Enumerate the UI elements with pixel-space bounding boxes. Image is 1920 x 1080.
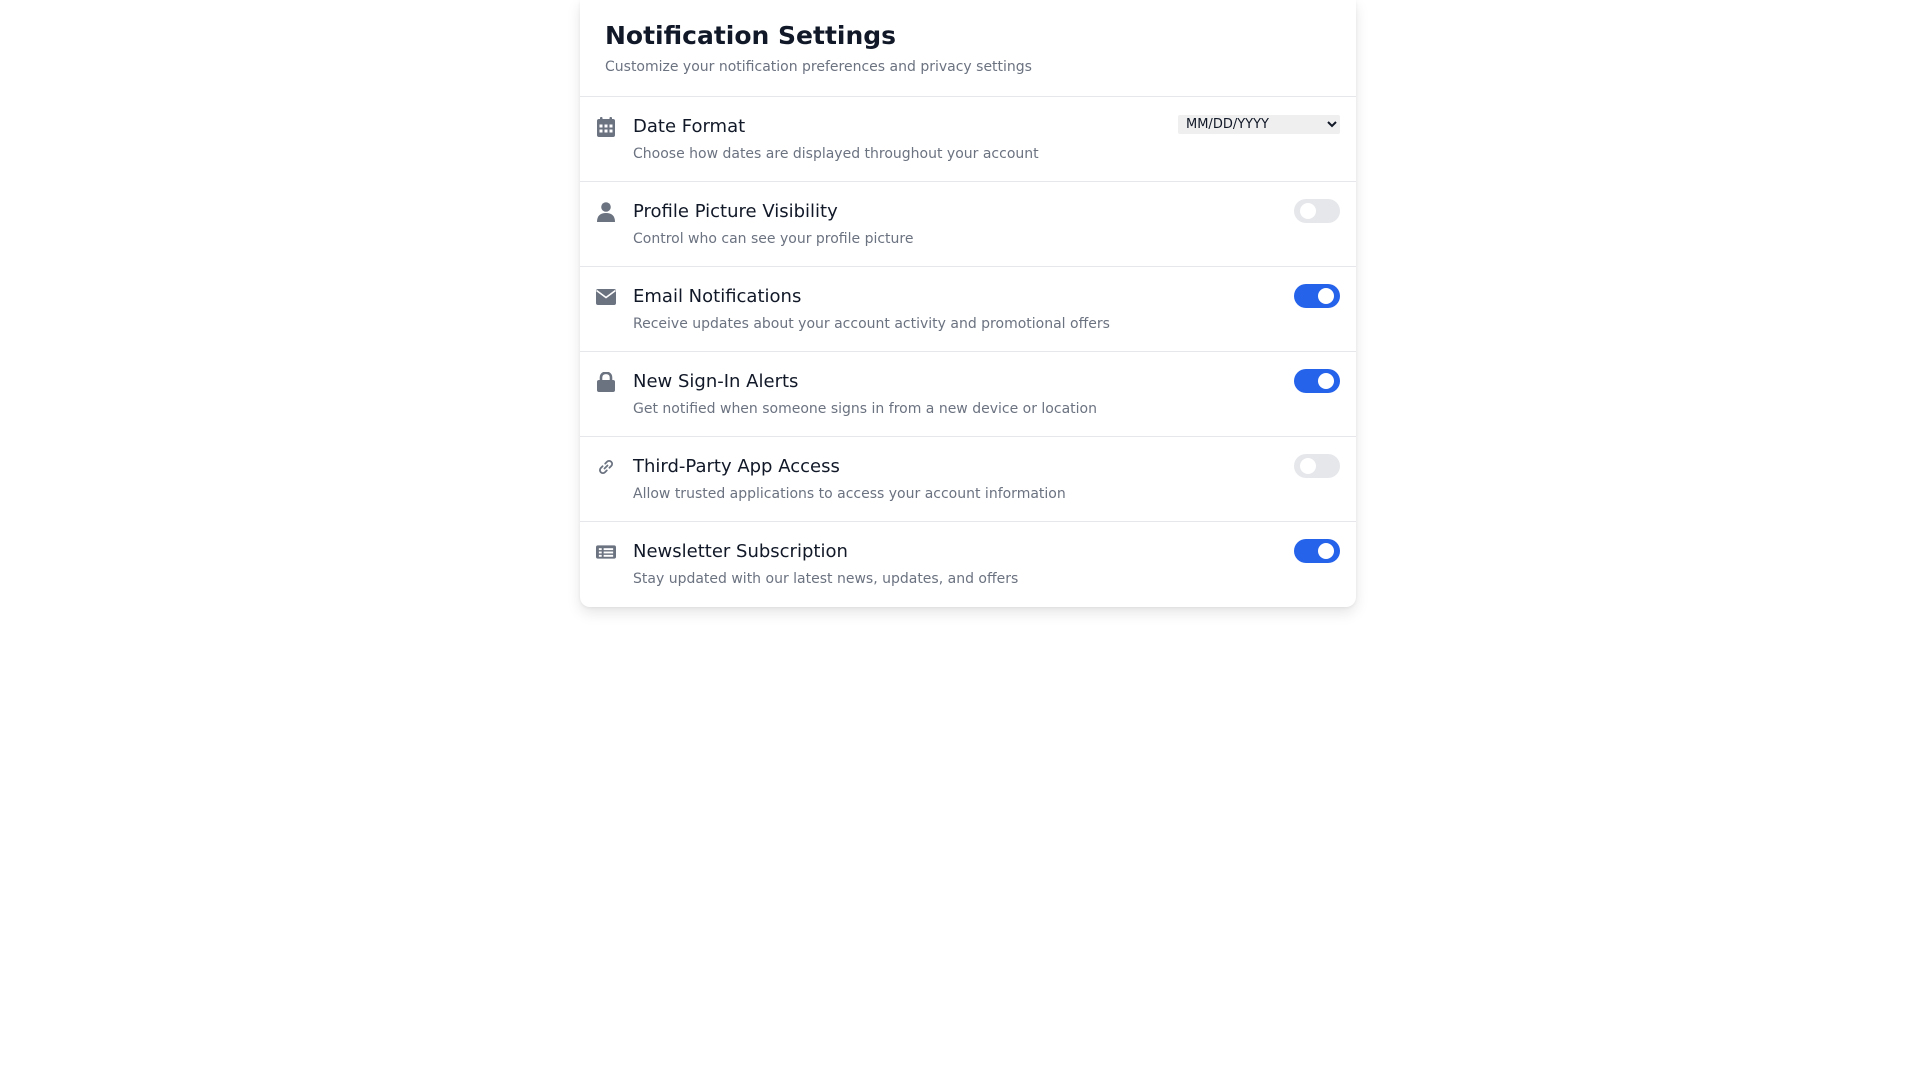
toggle-knob [1318,288,1334,304]
newsletter-subscription-toggle[interactable] [1294,539,1340,563]
setting-title: Profile Picture Visibility [633,201,838,222]
setting-title: New Sign-In Alerts [633,371,799,392]
user-icon [596,202,616,222]
setting-description: Get notified when someone signs in from … [633,401,1097,417]
toggle-knob [1300,458,1316,474]
setting-title: Email Notifications [633,286,802,307]
new-sign-in-alerts-toggle[interactable] [1294,369,1340,393]
toggle-knob [1318,373,1334,389]
newspaper-icon [596,542,616,562]
setting-description: Allow trusted applications to access you… [633,486,1066,502]
envelope-icon [596,287,616,307]
date-format-select[interactable]: MM/DD/YYYY [1178,115,1340,134]
setting-title: Newsletter Subscription [633,541,848,562]
setting-row-newsletter-subscription: Newsletter Subscription Stay updated wit… [580,522,1356,607]
calendar-icon [596,117,616,137]
setting-description: Choose how dates are displayed throughou… [633,146,1039,162]
setting-description: Control who can see your profile picture [633,231,914,247]
setting-row-new-sign-in-alerts: New Sign-In Alerts Get notified when som… [580,352,1356,437]
date-format-select-wrap: MM/DD/YYYY [1178,113,1340,134]
lock-icon [596,372,616,392]
toggle-knob [1300,203,1316,219]
profile-picture-visibility-toggle[interactable] [1294,199,1340,223]
setting-row-email-notifications: Email Notifications Receive updates abou… [580,267,1356,352]
settings-panel: Notification Settings Customize your not… [580,0,1356,607]
setting-title: Third-Party App Access [633,456,840,477]
page-title: Notification Settings [605,21,897,50]
page-subtitle: Customize your notification preferences … [605,59,1032,75]
setting-row-date-format: Date Format Choose how dates are display… [580,97,1356,182]
setting-row-profile-picture-visibility: Profile Picture Visibility Control who c… [580,182,1356,267]
setting-description: Receive updates about your account activ… [633,316,1110,332]
email-notifications-toggle[interactable] [1294,284,1340,308]
setting-title: Date Format [633,116,746,137]
setting-row-third-party-app-access: Third-Party App Access Allow trusted app… [580,437,1356,522]
link-icon [596,457,616,477]
setting-description: Stay updated with our latest news, updat… [633,571,1019,587]
third-party-app-access-toggle[interactable] [1294,454,1340,478]
toggle-knob [1318,543,1334,559]
settings-header: Notification Settings Customize your not… [580,0,1356,97]
